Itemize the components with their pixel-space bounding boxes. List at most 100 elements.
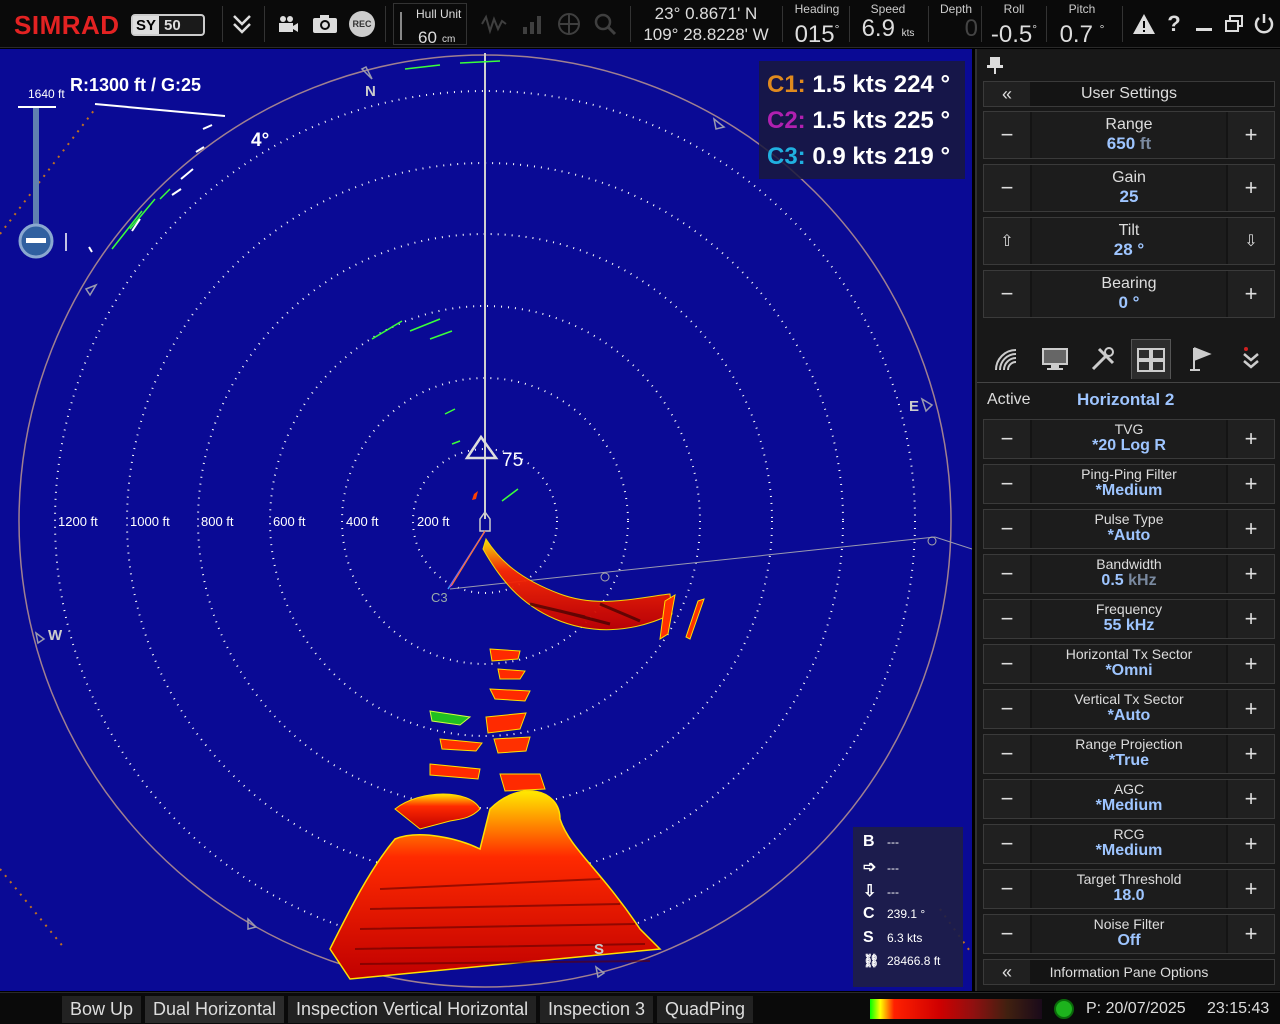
warning-icon[interactable]	[1130, 10, 1158, 38]
heading-line	[934, 536, 972, 550]
tilt-value: 28 °	[1113, 240, 1145, 259]
tab-display[interactable]	[1035, 339, 1075, 379]
video-camera-icon[interactable]	[274, 10, 302, 38]
collapse-icon[interactable]: «	[984, 960, 1030, 984]
noise-filter-increase-button[interactable]: +	[1228, 915, 1274, 953]
target-marker[interactable]	[464, 434, 499, 460]
range-gain-header: R:1300 ft / G:25	[70, 75, 202, 95]
gain-increase-button[interactable]: +	[1228, 165, 1274, 211]
tvg-increase-button[interactable]: +	[1228, 420, 1274, 458]
agc-increase-button[interactable]: +	[1228, 780, 1274, 818]
noise-filter-decrease-button[interactable]: −	[984, 915, 1030, 953]
hull-unit-value: 60	[418, 28, 437, 47]
tilt-control: ⇧ Tilt 28 ° ⇩	[983, 217, 1275, 265]
agc-decrease-button[interactable]: −	[984, 780, 1030, 818]
ping-filter-increase-button[interactable]: +	[1228, 465, 1274, 503]
tilt-readout: 4°	[251, 130, 270, 151]
tab-markers[interactable]	[1181, 339, 1221, 379]
tab-sonar[interactable]	[985, 339, 1025, 379]
horizontal-tx-sector-control: − Horizontal Tx Sector *Omni +	[983, 644, 1275, 684]
hull-unit-unit: cm	[442, 34, 456, 45]
tvg-label: TVG	[1114, 421, 1144, 437]
cursor-c2: C2: 1.5 kts 225 °	[767, 107, 950, 135]
ping-filter-label: Ping-Ping Filter	[1081, 466, 1177, 482]
frequency-increase-button[interactable]: +	[1228, 600, 1274, 638]
pin-icon[interactable]	[985, 55, 1005, 75]
horizontal-tx-sector-decrease-button[interactable]: −	[984, 645, 1030, 683]
target-threshold-increase-button[interactable]: +	[1228, 870, 1274, 908]
help-icon[interactable]: ?	[1160, 10, 1188, 38]
camera-icon[interactable]	[311, 10, 339, 38]
tilt-down-icon[interactable]: ⇩	[1228, 218, 1274, 264]
tab-dual-horizontal[interactable]: Dual Horizontal	[145, 996, 285, 1023]
tilt-slider-handle-grip[interactable]	[26, 238, 46, 243]
frequency-control: − Frequency 55 kHz +	[983, 599, 1275, 639]
divider	[1046, 6, 1047, 42]
divider	[264, 6, 265, 42]
frequency-decrease-button[interactable]: −	[984, 600, 1030, 638]
tab-layout[interactable]	[1131, 339, 1171, 379]
range-increase-button[interactable]: +	[1228, 112, 1274, 158]
waypoint-marker[interactable]	[927, 536, 937, 546]
ping-filter-value: *Medium	[1095, 482, 1163, 499]
hull-unit-control[interactable]: Hull Unit 60 cm	[393, 3, 467, 47]
minimize-icon[interactable]	[1190, 10, 1218, 38]
range-projection-value: *True	[1108, 752, 1149, 769]
tab-bow-up[interactable]: Bow Up	[62, 996, 142, 1023]
rcg-decrease-button[interactable]: −	[984, 825, 1030, 863]
latitude: 23° 0.8671' N	[654, 4, 758, 23]
bandwidth-decrease-button[interactable]: −	[984, 555, 1030, 593]
sonar-display[interactable]: R:1300 ft / G:25 1640 ft 4° 75 1200 ft 1…	[0, 49, 972, 991]
rcg-increase-button[interactable]: +	[1228, 825, 1274, 863]
tab-inspection-vertical-horizontal[interactable]: Inspection Vertical Horizontal	[288, 996, 537, 1023]
target-threshold-decrease-button[interactable]: −	[984, 870, 1030, 908]
signal-bars-icon[interactable]	[519, 10, 547, 38]
tab-tools[interactable]	[1083, 339, 1123, 379]
noise-filter-label: Noise Filter	[1093, 916, 1165, 932]
arrow-down-icon: ⇩	[863, 883, 877, 900]
position-readout: 23° 0.8671' N 109° 28.8228' W	[632, 3, 780, 45]
chevron-double-down-icon[interactable]	[228, 10, 256, 38]
horizontal-tx-sector-increase-button[interactable]: +	[1228, 645, 1274, 683]
bandwidth-increase-button[interactable]: +	[1228, 555, 1274, 593]
brand-logo: SIMRAD	[14, 10, 120, 40]
pulse-type-decrease-button[interactable]: −	[984, 510, 1030, 548]
power-icon[interactable]	[1250, 10, 1278, 38]
ping-filter-decrease-button[interactable]: −	[984, 465, 1030, 503]
target-threshold-label: Target Threshold	[1076, 871, 1182, 887]
waypoint-marker[interactable]	[600, 572, 610, 582]
bearing-label: Bearing	[1101, 275, 1157, 292]
divider	[222, 6, 223, 42]
search-icon[interactable]	[591, 10, 619, 38]
restore-icon[interactable]	[1220, 10, 1248, 38]
range-decrease-button[interactable]: −	[984, 112, 1030, 158]
range-projection-decrease-button[interactable]: −	[984, 735, 1030, 773]
range-projection-increase-button[interactable]: +	[1228, 735, 1274, 773]
vertical-tx-sector-decrease-button[interactable]: −	[984, 690, 1030, 728]
target-icon[interactable]	[555, 10, 583, 38]
cursor-c3-id: C3:	[767, 143, 806, 170]
pulse-type-increase-button[interactable]: +	[1228, 510, 1274, 548]
pitch-unit: °	[1099, 22, 1105, 36]
target-depth-label: 75	[502, 450, 524, 471]
record-button[interactable]: REC	[349, 11, 375, 37]
hull-unit-slider-icon[interactable]	[400, 12, 402, 40]
tab-quadping[interactable]: QuadPing	[657, 996, 754, 1023]
tvg-decrease-button[interactable]: −	[984, 420, 1030, 458]
cursor-marker-label[interactable]: C3	[431, 590, 448, 605]
info-pane-options-header[interactable]: « Information Pane Options	[983, 959, 1275, 985]
vertical-tx-sector-increase-button[interactable]: +	[1228, 690, 1274, 728]
speed-label: Speed	[870, 2, 906, 16]
tab-inspection-3[interactable]: Inspection 3	[540, 996, 654, 1023]
gain-decrease-button[interactable]: −	[984, 165, 1030, 211]
tilt-up-icon[interactable]: ⇧	[984, 218, 1030, 264]
pulse-type-control: − Pulse Type *Auto +	[983, 509, 1275, 549]
user-settings-header[interactable]: « User Settings	[983, 81, 1275, 107]
tab-download[interactable]	[1231, 339, 1271, 379]
waveform-icon[interactable]	[480, 10, 508, 38]
compass-west: W	[48, 627, 63, 644]
bearing-decrease-button[interactable]: −	[984, 271, 1030, 317]
bearing-increase-button[interactable]: +	[1228, 271, 1274, 317]
compass-north: N	[365, 83, 376, 100]
collapse-icon[interactable]: «	[984, 82, 1030, 106]
